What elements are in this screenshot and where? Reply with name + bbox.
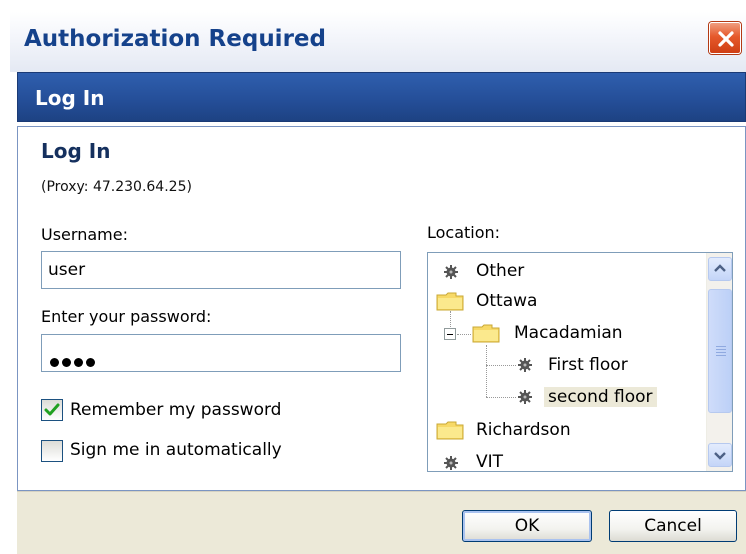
password-dot [62,358,71,367]
chevron-up-icon [714,264,726,272]
chevron-down-icon [714,452,726,460]
dialog-footer: OK Cancel [17,491,746,554]
auto-signin-label[interactable]: Sign me in automatically [70,440,282,460]
collapse-icon[interactable] [444,328,456,340]
location-tree[interactable]: Other Ottawa Macadamian First floor seco… [427,252,733,472]
location-item-vit[interactable]: VIT [476,449,503,471]
authorization-dialog: Authorization Required Log In Log In (Pr… [0,0,746,554]
remember-password-checkbox[interactable] [41,399,63,421]
remember-password-label[interactable]: Remember my password [70,400,281,420]
folder-icon [472,324,500,343]
scroll-down-button[interactable] [708,443,732,467]
password-dot [50,358,59,367]
password-label: Enter your password: [41,307,212,326]
location-item-ottawa[interactable]: Ottawa [476,288,537,314]
gear-icon [444,265,458,279]
folder-icon [436,421,464,440]
location-item-first-floor[interactable]: First floor [548,352,628,378]
username-label: Username: [41,225,128,244]
scroll-thumb[interactable] [708,289,732,413]
username-input[interactable]: user [41,251,401,289]
tree-scrollbar[interactable] [706,253,732,471]
title-bar[interactable]: Authorization Required [10,12,746,72]
gear-icon [518,358,532,372]
auto-signin-checkbox[interactable] [41,440,63,462]
location-label: Location: [427,223,501,242]
checkmark-icon [44,403,60,416]
proxy-info: (Proxy: 47.230.64.25) [41,179,192,195]
header-title: Log In [35,86,105,110]
location-item-macadamian[interactable]: Macadamian [514,320,623,346]
password-dot [74,358,83,367]
location-item-richardson[interactable]: Richardson [476,417,571,443]
scroll-up-button[interactable] [708,257,732,281]
login-panel: Log In (Proxy: 47.230.64.25) Username: u… [17,126,746,491]
ok-button[interactable]: OK [462,510,592,542]
location-item-second-floor[interactable]: second floor [544,384,657,410]
password-dot [86,358,95,367]
password-mask [50,344,98,380]
window-title: Authorization Required [24,26,326,52]
location-item-other[interactable]: Other [476,258,524,284]
folder-icon [436,292,464,311]
close-button[interactable] [709,22,741,54]
gear-icon [444,456,458,470]
cancel-button[interactable]: Cancel [609,510,737,542]
close-icon [718,31,734,47]
header-band: Log In [17,72,746,122]
gear-icon [518,390,532,404]
section-title: Log In [41,139,111,163]
password-input[interactable] [41,334,401,372]
